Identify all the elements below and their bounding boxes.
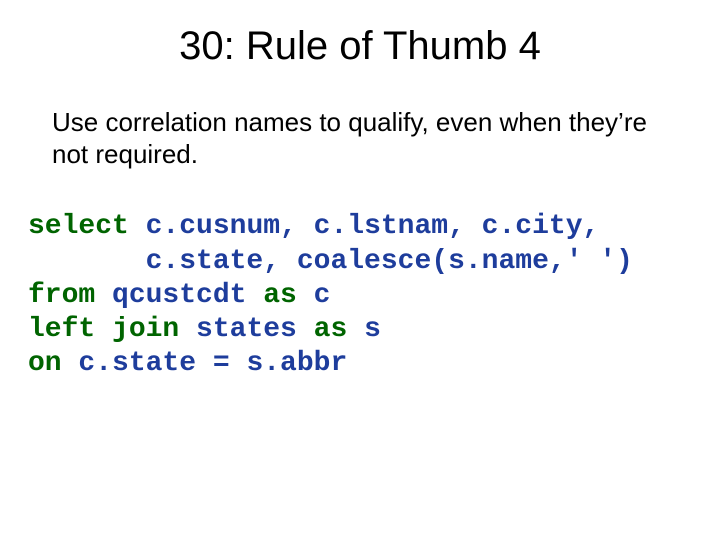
- code-block: select c.cusnum, c.lstnam, c.city, c.sta…: [0, 170, 720, 381]
- code-line2: c.state, coalesce(s.name,' '): [28, 246, 633, 277]
- slide-subtitle: Use correlation names to qualify, even w…: [0, 69, 720, 170]
- kw-as-2: as: [314, 314, 348, 345]
- kw-as-1: as: [263, 280, 297, 311]
- kw-left-join: left join: [28, 314, 179, 345]
- code-line4-end: s: [347, 314, 381, 345]
- kw-from: from: [28, 280, 95, 311]
- slide-title: 30: Rule of Thumb 4: [0, 0, 720, 69]
- kw-on: on: [28, 348, 62, 379]
- kw-select: select: [28, 211, 129, 242]
- code-line3-mid: qcustcdt: [95, 280, 263, 311]
- code-line5-rest: c.state = s.abbr: [62, 348, 348, 379]
- code-line4-mid: states: [179, 314, 313, 345]
- slide: 30: Rule of Thumb 4 Use correlation name…: [0, 0, 720, 540]
- code-line3-end: c: [297, 280, 331, 311]
- code-line1-rest: c.cusnum, c.lstnam, c.city,: [129, 211, 599, 242]
